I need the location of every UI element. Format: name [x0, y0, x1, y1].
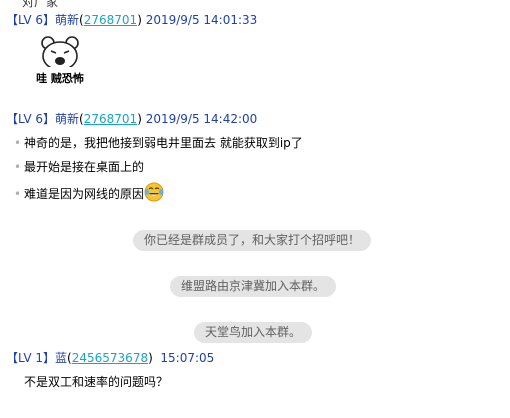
message-header: 【LV 6】萌新(2768701) 2019/9/5 14:42:00	[6, 112, 258, 126]
sender-name[interactable]: 萌新	[55, 13, 79, 27]
message-time: 15:07:05	[160, 351, 215, 365]
bullet-dot-icon: •	[14, 136, 22, 150]
sender-name[interactable]: 蓝	[55, 351, 67, 365]
sender-id-link[interactable]: 2456573678	[72, 351, 148, 365]
bullet-dot-icon: •	[14, 160, 22, 174]
sticker-image[interactable]: 哇 贼恐怖	[34, 34, 86, 86]
sticker-caption: 哇 贼恐怖	[36, 72, 84, 85]
member-level-badge: 【LV 6】	[6, 13, 56, 27]
message-time: 2019/9/5 14:01:33	[145, 13, 258, 27]
chat-window: { "top_partial_text": "对广家", "messages":…	[0, 0, 510, 418]
message-header: 【LV 1】蓝(2456573678) 15:07:05	[6, 351, 215, 365]
sender-id-link[interactable]: 2768701	[84, 112, 137, 126]
system-notice: 维盟路由京津冀加入本群。	[170, 276, 336, 297]
message-text: 不是双工和速率的问题吗？	[24, 375, 169, 389]
message-line: • 难道是因为网线的原因	[14, 182, 164, 202]
message-line: • 最开始是接在桌面上的	[14, 158, 144, 176]
message-text: 难道是因为网线的原因	[24, 187, 145, 201]
member-level-badge: 【LV 1】	[6, 351, 56, 365]
previous-message-fragment: 对广家	[22, 0, 59, 9]
sender-id-link[interactable]: 2768701	[84, 13, 137, 27]
message-line: • 神奇的是，我把他接到弱电井里面去 就能获取到ip了	[14, 134, 303, 152]
sender-name[interactable]: 萌新	[55, 112, 79, 126]
member-level-badge: 【LV 6】	[6, 112, 56, 126]
system-notice: 你已经是群成员了，和大家打个招呼吧！	[133, 230, 371, 251]
message-header: 【LV 6】萌新(2768701) 2019/9/5 14:01:33	[6, 13, 258, 27]
message-text: 最开始是接在桌面上的	[24, 160, 145, 174]
system-notice: 天堂鸟加入本群。	[194, 322, 312, 343]
message-text: 神奇的是，我把他接到弱电井里面去 就能获取到ip了	[24, 136, 303, 150]
laughing-tears-emoji-icon	[144, 182, 164, 207]
message-time: 2019/9/5 14:42:00	[145, 112, 258, 126]
bullet-dot-icon: •	[14, 187, 22, 201]
